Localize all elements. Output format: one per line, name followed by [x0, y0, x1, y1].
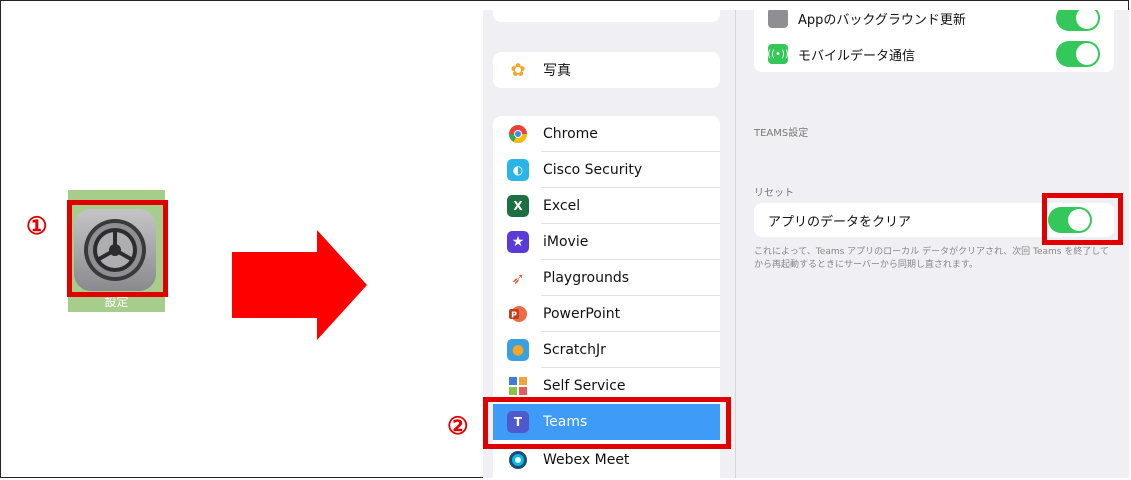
- sidebar-item-photos[interactable]: ✿ 写真: [493, 52, 720, 88]
- reset-section-header: リセット: [754, 188, 794, 199]
- sidebar-item-playgrounds[interactable]: ➶ Playgrounds: [493, 260, 720, 296]
- self-service-icon: [507, 375, 529, 397]
- sidebar-item-label: Self Service: [543, 378, 626, 394]
- clear-app-data-label: アプリのデータをクリア: [768, 214, 912, 230]
- excel-icon: X: [507, 195, 529, 217]
- step-3-highlight: [1042, 193, 1123, 245]
- gear-icon: [768, 10, 788, 28]
- background-refresh-label: Appのバックグラウンド更新: [798, 12, 966, 28]
- sidebar-item-chrome[interactable]: Chrome: [493, 116, 720, 152]
- powerpoint-icon: P: [507, 303, 529, 325]
- sidebar-group-top: [493, 10, 720, 22]
- clear-data-footnote: これによって、Teams アプリのローカル データがクリアされ、次回 Teams…: [754, 247, 1110, 270]
- step-2-highlight: [483, 397, 731, 449]
- mobile-data-switch[interactable]: [1056, 41, 1100, 67]
- sidebar-item-label: 写真: [543, 63, 571, 79]
- background-refresh-row[interactable]: Appのバックグラウンド更新: [754, 10, 1114, 34]
- sidebar-item-powerpoint[interactable]: P PowerPoint: [493, 296, 720, 332]
- antenna-icon: ((•)): [767, 44, 789, 64]
- playgrounds-icon: ➶: [511, 268, 525, 288]
- sidebar-item-label: Playgrounds: [543, 270, 630, 286]
- sidebar-item-imovie[interactable]: ★ iMovie: [493, 224, 720, 260]
- sidebar-item-scratchjr[interactable]: ● ScratchJr: [493, 332, 720, 368]
- sidebar-item-excel[interactable]: X Excel: [493, 188, 720, 224]
- mobile-data-row[interactable]: ((•)) モバイルデータ通信: [754, 38, 1114, 70]
- sidebar-item-label: Webex Meet: [543, 452, 630, 468]
- step-1-highlight: [67, 200, 168, 297]
- sidebar-item-label: Cisco Security: [543, 162, 643, 178]
- chrome-icon: [507, 123, 529, 145]
- sidebar-item-label: iMovie: [543, 234, 589, 250]
- mobile-data-label: モバイルデータ通信: [798, 48, 916, 64]
- svg-text:P: P: [511, 311, 517, 320]
- scratchjr-icon: ●: [507, 339, 529, 361]
- webex-icon: [507, 449, 529, 471]
- imovie-icon: ★: [507, 231, 529, 253]
- teams-settings-header: TEAMS設定: [754, 128, 809, 139]
- photos-icon: ✿: [510, 59, 526, 81]
- step-1-marker: ①: [26, 211, 48, 240]
- sidebar-item-label: Chrome: [543, 126, 598, 142]
- step-2-marker: ②: [447, 411, 469, 440]
- sidebar-item-label: Excel: [543, 198, 581, 214]
- sidebar-item-label: PowerPoint: [543, 306, 621, 322]
- cisco-security-icon: ◐: [507, 159, 529, 181]
- sidebar-item-label: ScratchJr: [543, 342, 606, 358]
- arrow-right-icon: [232, 230, 367, 340]
- background-refresh-switch[interactable]: [1056, 10, 1100, 31]
- sidebar-item-cisco-security[interactable]: ◐ Cisco Security: [493, 152, 720, 188]
